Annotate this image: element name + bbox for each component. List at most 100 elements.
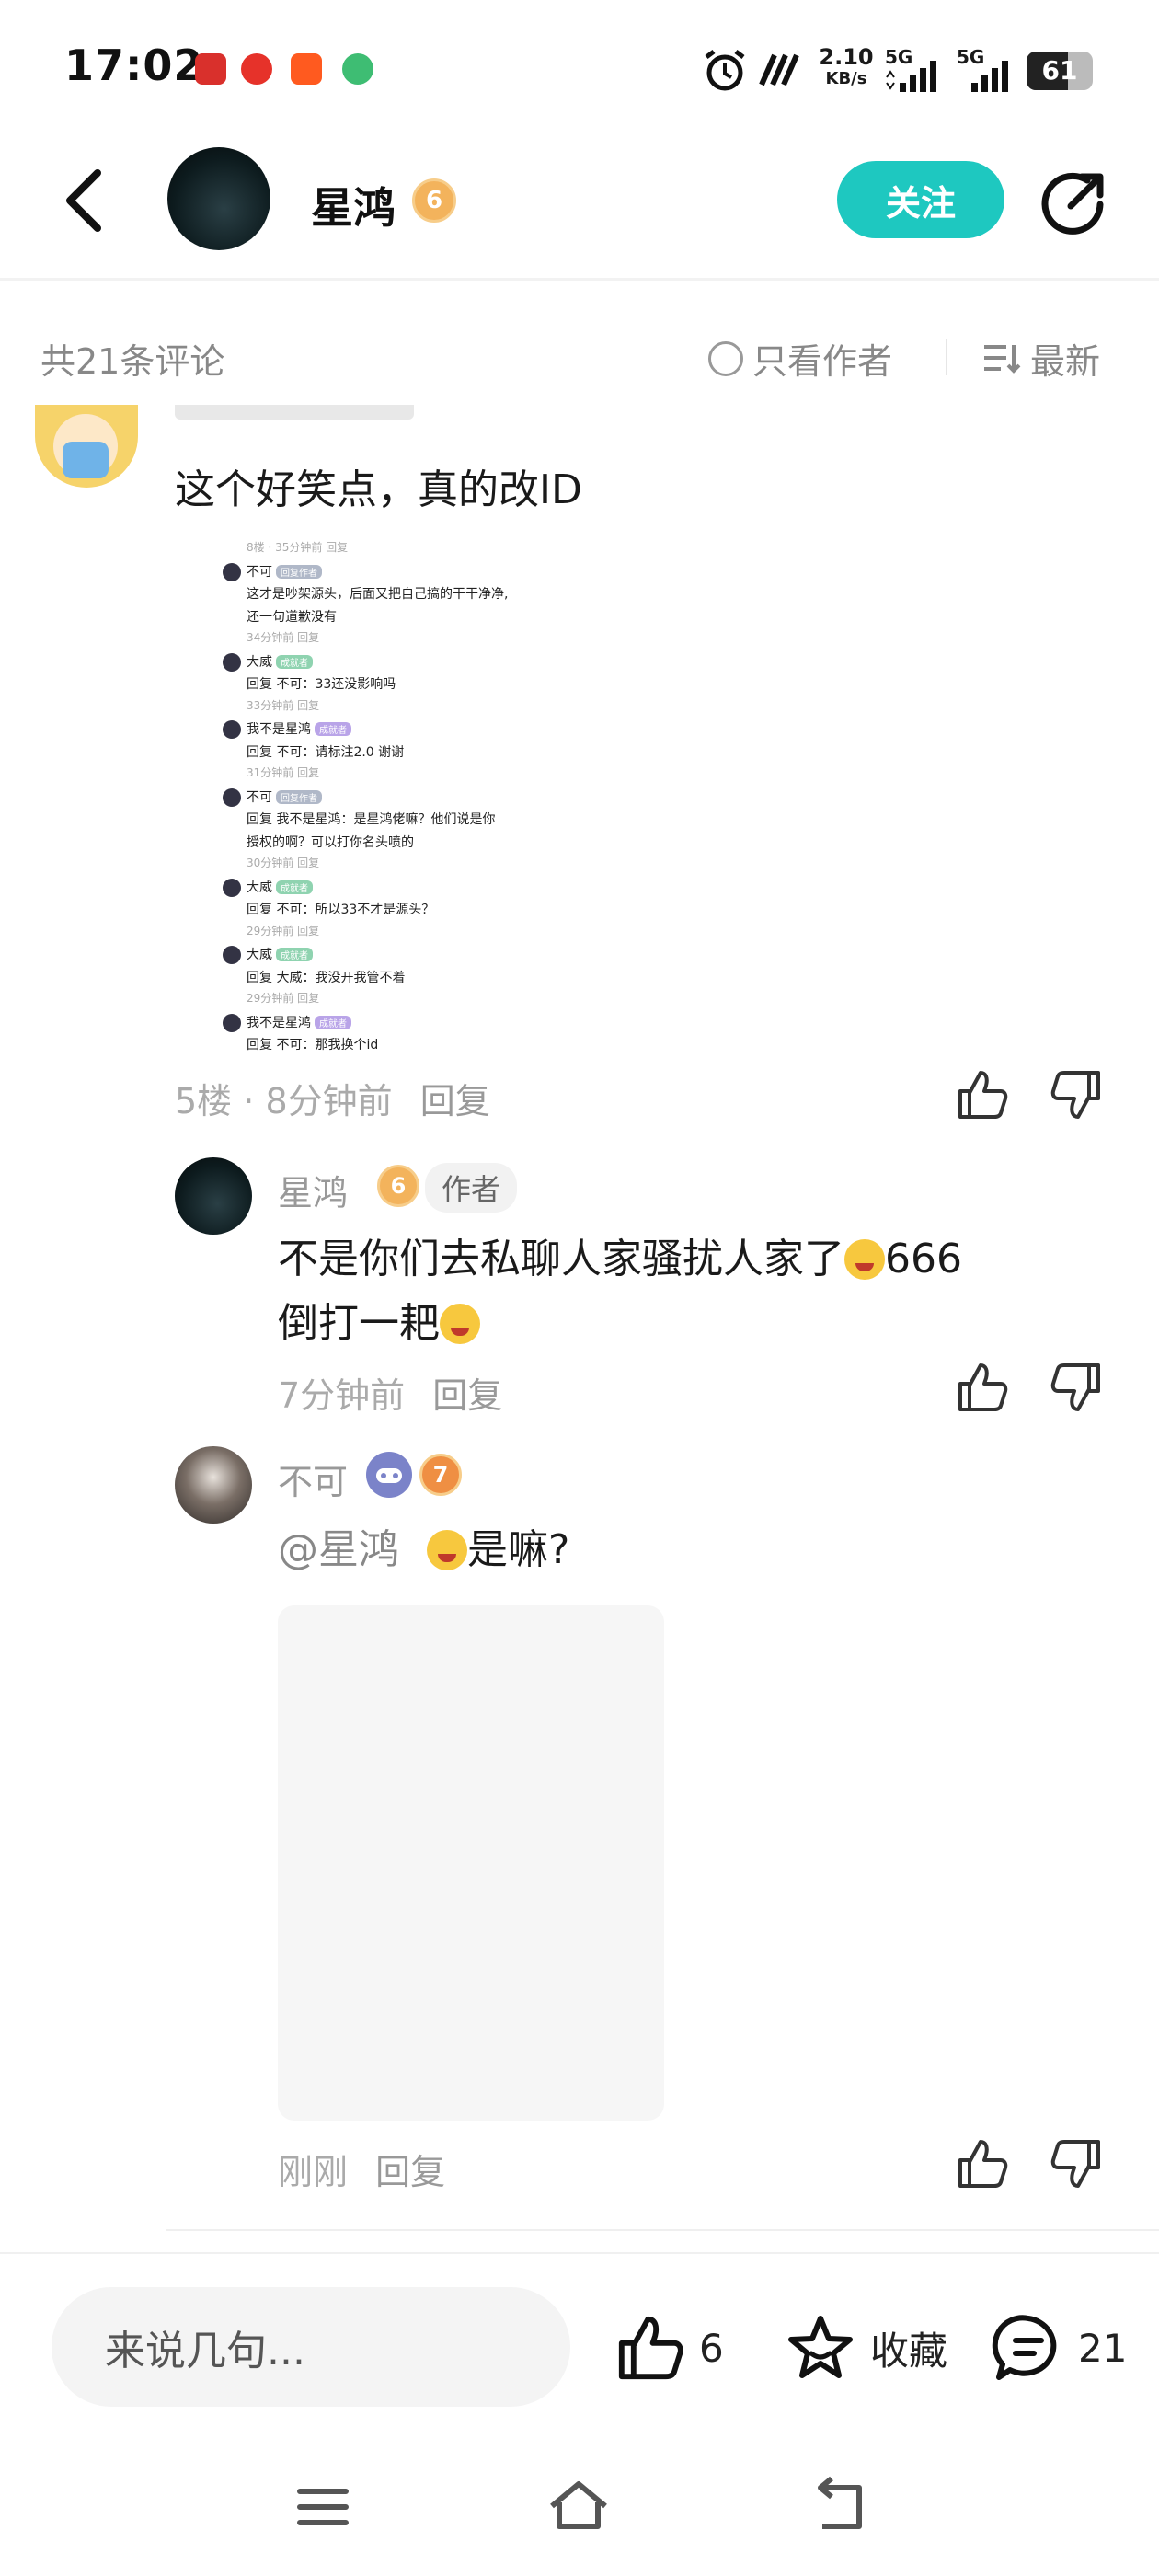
image-row-tag: 回复作者 [276, 789, 322, 804]
image-row-label: 大威 [247, 654, 272, 670]
image-row-text: 回复 不可：所以33不才是源头？ [247, 900, 434, 918]
image-row-avatar [223, 788, 241, 807]
signal-icon [886, 61, 936, 92]
level-badge: 6 [377, 1165, 419, 1207]
image-row-avatar [223, 878, 241, 897]
image-row-label: 29分钟前 回复 [247, 924, 320, 937]
thumb-up-icon[interactable] [955, 1360, 1010, 1415]
author-tag: 作者 [425, 1163, 518, 1213]
image-row-text: 大威 成就者 [247, 878, 313, 896]
comment-meta: 7分钟前 回复 [278, 1367, 502, 1418]
image-row-label: 这才是吵架源头，后面又把自己搞的干干净净, [247, 587, 509, 602]
image-row-text: 回复 不可：请标注2.0 谢谢 [247, 742, 404, 761]
image-row-text: 8楼 · 35分钟前 回复 [247, 539, 348, 555]
radio-icon [708, 340, 743, 376]
status-time: 17:02 [64, 40, 204, 90]
image-row-avatar [223, 562, 241, 581]
follow-button[interactable]: 关注 [837, 161, 1004, 238]
sort-separator [946, 339, 947, 375]
image-row-text: 30分钟前 回复 [247, 855, 319, 870]
favorite-button[interactable]: 收藏 [784, 2311, 947, 2385]
favorite-label: 收藏 [870, 2328, 948, 2374]
comment-image-placeholder[interactable] [278, 1605, 664, 2121]
thumb-down-icon[interactable] [1049, 2136, 1104, 2191]
avatar[interactable] [175, 1157, 252, 1235]
like-count: 6 [699, 2325, 724, 2371]
image-row-text: 大威 成就者 [247, 652, 313, 671]
comment-meta: 5楼 · 8分钟前 回复 [175, 1081, 490, 1121]
back-arrow-icon[interactable] [57, 164, 112, 237]
image-row-text: 我不是星鸿 成就者 [247, 719, 351, 738]
reply-button[interactable]: 回复 [432, 1375, 502, 1416]
image-row-text: 不可 回复作者 [247, 562, 322, 581]
avatar[interactable] [167, 147, 270, 250]
net-speed-value: 2.10 [819, 44, 874, 70]
comments-button[interactable]: 21 [992, 2311, 1127, 2385]
alarm-icon [705, 50, 745, 91]
comment-input[interactable]: 来说几句... [52, 2287, 570, 2407]
comment-text-suffix: 666 [885, 1236, 962, 1282]
battery-icon: 61 [1027, 52, 1093, 90]
thumb-down-icon[interactable] [1049, 1067, 1104, 1122]
thumb-up-icon[interactable] [955, 2136, 1010, 2191]
comment-text: 倒打一耙 [278, 1292, 480, 1356]
laughing-emoji-icon [440, 1304, 480, 1344]
reply-button[interactable]: 回复 [420, 1081, 490, 1121]
comment-text-line2: 倒打一耙 [278, 1300, 440, 1347]
comment-image[interactable]: 8楼 · 35分钟前 回复 不可 回复作者 这才是吵架源头，后面又把自己搞的干干净净,… [213, 534, 563, 1067]
image-row-label: 还一句道歉没有 [247, 609, 337, 625]
share-icon[interactable] [1039, 167, 1109, 237]
reply-user-name[interactable]: 不可 [278, 1454, 348, 1504]
battery-level: 61 [1041, 55, 1078, 86]
image-row-tag: 成就者 [315, 1015, 351, 1029]
image-row-tag: 成就者 [276, 948, 313, 961]
thumb-down-icon[interactable] [1049, 1360, 1104, 1415]
level-badge: 7 [419, 1454, 462, 1496]
notification-app-icon [195, 53, 226, 85]
comment-time: 8分钟前 [265, 1081, 393, 1121]
home-icon[interactable] [546, 2475, 611, 2539]
comment-text-line1: 不是你们去私聊人家骚扰人家了 [278, 1236, 844, 1282]
image-row-avatar [223, 946, 241, 964]
image-row-label: 回复 不可：那我换个id [247, 1038, 379, 1052]
comment-meta: 刚刚 回复 [278, 2144, 445, 2194]
comment-text: 这个好笑点，真的改ID [175, 466, 582, 513]
only-author-label: 只看作者 [752, 341, 893, 382]
menu-icon[interactable] [291, 2475, 355, 2539]
sort-icon [984, 344, 1021, 374]
image-row-label: 我不是星鸿 [247, 1015, 311, 1030]
thumb-up-icon[interactable] [955, 1067, 1010, 1122]
image-row-label: 回复 不可：所以33不才是源头？ [247, 903, 435, 917]
image-row-tag: 成就者 [276, 654, 313, 669]
gamepad-badge-icon [366, 1452, 412, 1498]
truncated-user-row [175, 405, 451, 423]
like-button[interactable]: 6 [614, 2311, 724, 2385]
image-row-text: 回复 不可：33还没影响吗 [247, 674, 396, 693]
reply-user-name[interactable]: 星鸿 [278, 1165, 348, 1215]
image-row-text: 大威 成就者 [247, 945, 313, 963]
image-row-text: 还一句道歉没有 [247, 607, 337, 626]
avatar[interactable] [35, 405, 138, 488]
image-row-label: 不可 [247, 789, 272, 805]
image-row-text: 29分钟前 回复 [247, 923, 319, 938]
notification-app-icon [241, 53, 272, 85]
sort-newest-button[interactable]: 最新 [982, 333, 1100, 384]
comment-input-placeholder: 来说几句... [105, 2328, 305, 2375]
image-row-label: 34分钟前 回复 [247, 631, 320, 644]
image-row-label: 回复 我不是星鸿：是星鸿佬嘛？他们说是你 [247, 812, 496, 827]
reply-button[interactable]: 回复 [375, 2152, 445, 2192]
star-icon [788, 2316, 853, 2378]
mention-link[interactable]: @星鸿 [278, 1526, 399, 1573]
comment-divider [166, 2229, 1159, 2231]
image-row-text: 31分钟前 回复 [247, 765, 319, 780]
only-author-toggle[interactable]: 只看作者 [708, 333, 892, 384]
header-user-name[interactable]: 星鸿 [311, 175, 396, 236]
avatar[interactable] [175, 1446, 252, 1524]
net-speed: 2.10 KB/s [819, 46, 874, 90]
back-nav-icon[interactable] [806, 2475, 870, 2539]
taobao-app-icon [291, 53, 322, 85]
comment-time: 7分钟前 [278, 1375, 406, 1416]
image-row-tag: 回复作者 [276, 564, 322, 579]
image-row-label: 回复 大威：我没开我管不着 [247, 970, 406, 985]
image-row-label: 大威 [247, 948, 272, 962]
